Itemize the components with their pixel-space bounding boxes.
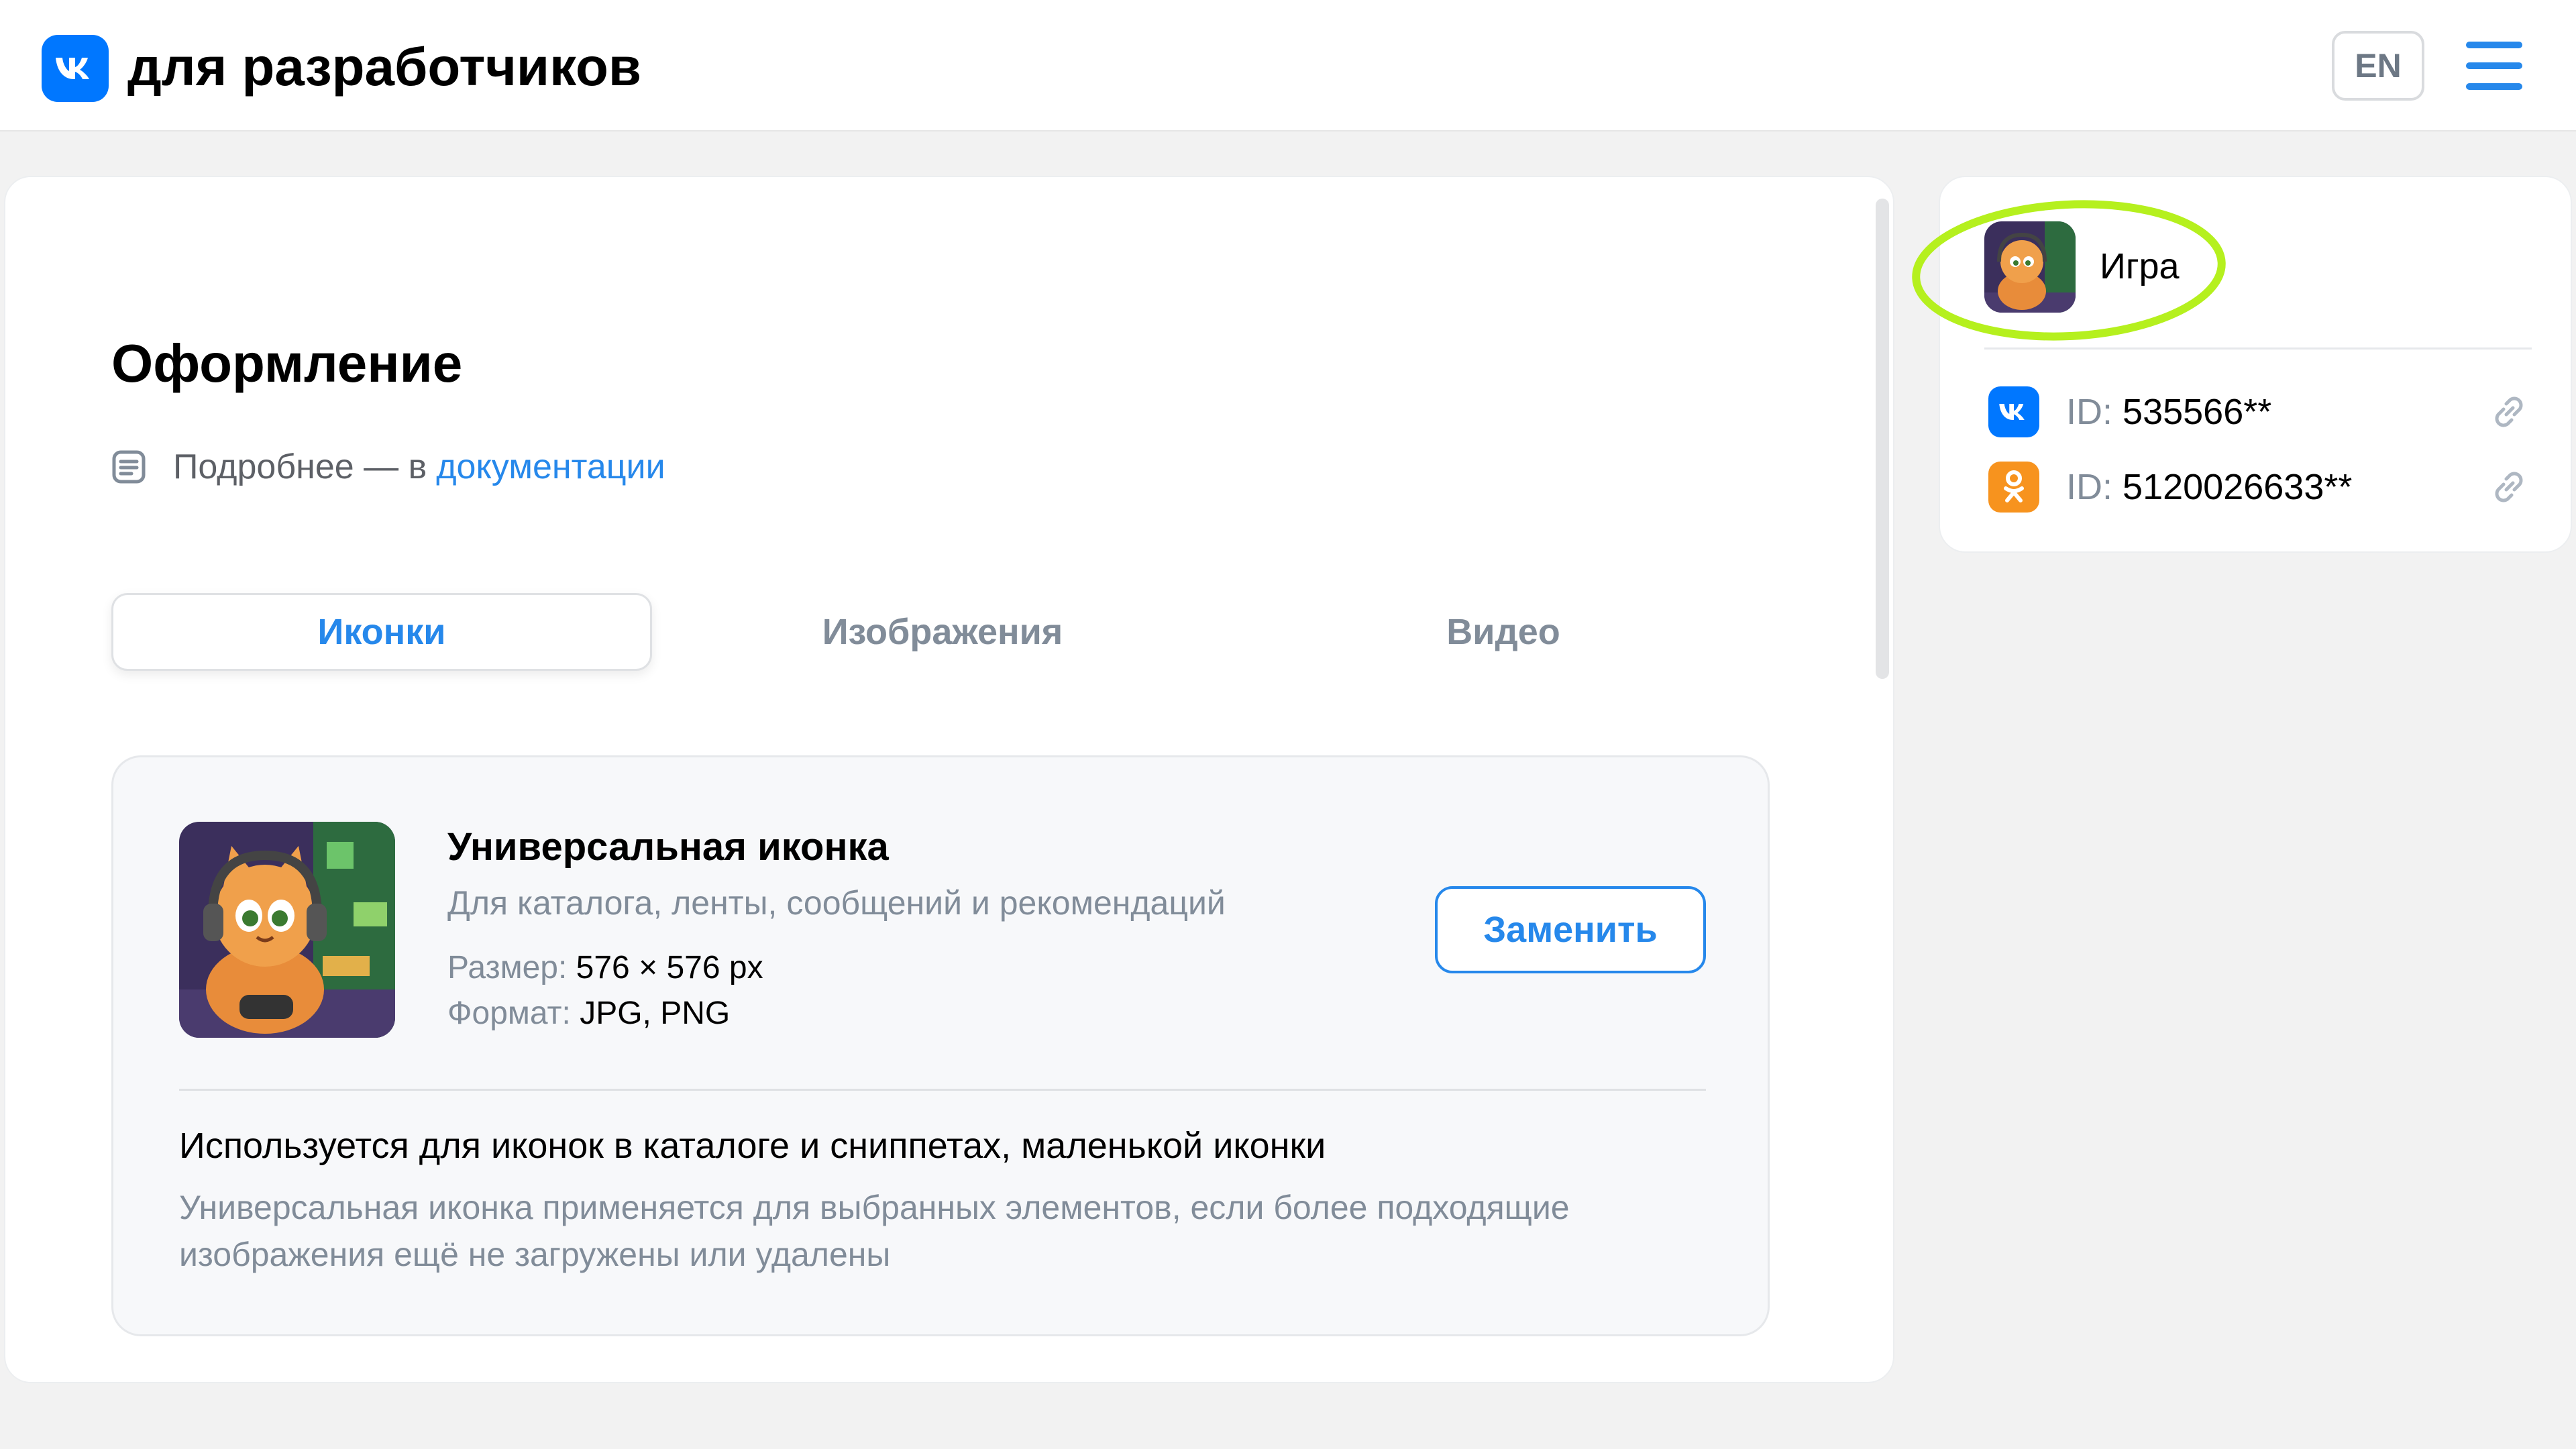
vk-logo-icon[interactable] bbox=[42, 35, 109, 102]
tab-images[interactable]: Изображения bbox=[672, 593, 1213, 671]
vk-id-row: ID: 535566** bbox=[1988, 385, 2532, 439]
scrollbar[interactable] bbox=[1876, 199, 1889, 679]
ok-icon bbox=[1988, 462, 2039, 513]
link-icon[interactable] bbox=[2486, 389, 2532, 435]
tab-video[interactable]: Видео bbox=[1233, 593, 1774, 671]
universal-icon-panel: Универсальная иконка Для каталога, ленты… bbox=[111, 755, 1770, 1336]
icon-subtitle: Для каталога, ленты, сообщений и рекомен… bbox=[447, 884, 1226, 922]
size-spec: Размер: 576 × 576 px bbox=[447, 949, 763, 986]
ok-id-row: ID: 5120026633** bbox=[1988, 460, 2532, 514]
app-icon-image bbox=[179, 822, 395, 1038]
usage-title: Используется для иконок в каталоге и сни… bbox=[179, 1126, 1326, 1166]
vk-id-value: 535566** bbox=[2123, 392, 2272, 432]
usage-desc-line-1: Универсальная иконка применяется для выб… bbox=[179, 1189, 1570, 1226]
format-spec: Формат: JPG, PNG bbox=[447, 995, 730, 1032]
format-label: Формат: bbox=[447, 996, 571, 1031]
doc-prefix-text: Подробнее — в bbox=[173, 447, 427, 486]
hamburger-menu-icon[interactable] bbox=[2466, 42, 2522, 90]
document-icon bbox=[112, 450, 146, 484]
vk-icon bbox=[1988, 386, 2039, 437]
icon-title: Универсальная иконка bbox=[447, 825, 889, 869]
vk-id-text: ID: 535566** bbox=[2066, 391, 2271, 433]
id-label: ID: bbox=[2066, 392, 2113, 432]
brand-title[interactable]: для разработчиков bbox=[127, 27, 641, 107]
id-label: ID: bbox=[2066, 467, 2113, 507]
size-label: Размер: bbox=[447, 950, 568, 985]
documentation-link[interactable]: документации bbox=[436, 447, 665, 487]
divider bbox=[1984, 347, 2532, 350]
divider bbox=[179, 1089, 1706, 1091]
ok-id-value: 5120026633** bbox=[2123, 467, 2353, 507]
highlight-annotation bbox=[1912, 200, 2226, 341]
link-icon[interactable] bbox=[2486, 464, 2532, 510]
usage-desc-line-2: изображения ещё не загружены или удалены bbox=[179, 1236, 891, 1273]
top-bar: для разработчиков EN bbox=[0, 0, 2576, 131]
language-button[interactable]: EN bbox=[2332, 31, 2424, 101]
ok-id-text: ID: 5120026633** bbox=[2066, 466, 2352, 508]
usage-description: Универсальная иконка применяется для выб… bbox=[179, 1184, 1722, 1278]
tab-bar: Иконки Изображения Видео bbox=[111, 593, 1772, 671]
documentation-hint: Подробнее — в документации bbox=[111, 440, 665, 494]
size-value: 576 × 576 px bbox=[576, 950, 763, 985]
replace-button[interactable]: Заменить bbox=[1435, 886, 1706, 973]
format-value: JPG, PNG bbox=[580, 996, 731, 1031]
tab-icons[interactable]: Иконки bbox=[111, 593, 652, 671]
page-title: Оформление bbox=[111, 333, 463, 393]
